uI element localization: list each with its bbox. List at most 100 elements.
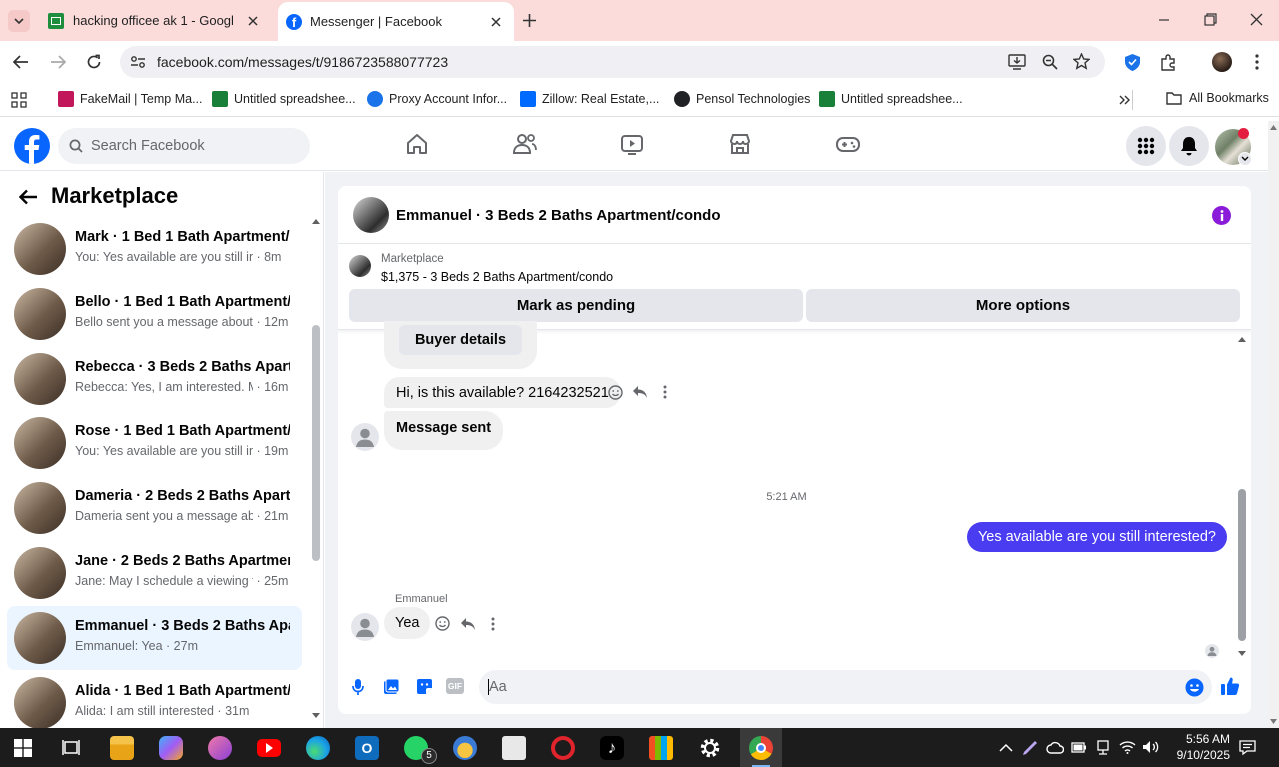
message-bubble[interactable]: Message sent (384, 411, 504, 450)
scrollbar-thumb[interactable] (312, 325, 320, 561)
scroll-up-icon[interactable] (312, 219, 320, 224)
more-actions-icon[interactable] (491, 617, 495, 631)
tab-google-sheets[interactable]: hacking officee ak 1 - Google Sheets (38, 0, 274, 41)
tab-search-button[interactable] (8, 10, 30, 32)
more-bookmarks-icon[interactable] (1119, 95, 1131, 105)
bookmark-proxy[interactable]: Proxy Account Infor... (367, 91, 507, 107)
reload-icon[interactable] (86, 54, 102, 70)
chrome-taskbar-active[interactable] (740, 728, 782, 767)
contact-avatar[interactable] (351, 423, 379, 451)
extensions-puzzle-icon[interactable] (1160, 54, 1177, 71)
pen-icon[interactable] (1021, 739, 1039, 757)
mark-as-pending-button[interactable]: Mark as pending (349, 289, 803, 322)
forward-arrow-icon[interactable] (50, 55, 66, 69)
cloud-icon[interactable] (1046, 741, 1064, 754)
show-hidden-icons-icon[interactable] (999, 743, 1013, 752)
bookmark-star-icon[interactable] (1073, 53, 1090, 70)
more-actions-icon[interactable] (663, 385, 667, 399)
reply-icon[interactable] (632, 385, 648, 399)
scroll-up-icon[interactable] (1270, 125, 1277, 130)
profile-avatar[interactable] (1212, 52, 1232, 72)
app-settings-icon[interactable] (502, 736, 526, 760)
gif-icon[interactable]: GIF (446, 678, 464, 694)
back-arrow-icon[interactable] (19, 189, 38, 205)
youtube-icon[interactable] (257, 739, 281, 757)
battery-icon[interactable] (1071, 742, 1087, 753)
close-window-icon[interactable] (1250, 13, 1263, 26)
close-icon[interactable] (247, 15, 259, 27)
microsoft-store-icon[interactable] (649, 736, 673, 760)
site-info-icon[interactable] (130, 55, 146, 69)
react-icon[interactable] (435, 616, 450, 631)
scroll-down-icon[interactable] (1270, 719, 1277, 724)
network-adapter-icon[interactable] (1096, 740, 1110, 755)
tab-messenger[interactable]: f Messenger | Facebook (278, 2, 514, 41)
outlook-icon[interactable]: O (355, 736, 379, 760)
thumbs-up-icon[interactable] (1220, 676, 1240, 696)
react-icon[interactable] (608, 385, 623, 400)
scroll-up-icon[interactable] (1238, 337, 1246, 342)
zoom-icon[interactable] (1042, 54, 1058, 70)
bookmark-spreadsheet-1[interactable]: Untitled spreadshee... (212, 91, 356, 107)
apps-grid-icon[interactable] (11, 92, 27, 108)
conversation-item[interactable]: Rebecca · 3 Beds 2 Baths Apart... Rebecca… (7, 347, 302, 411)
marketplace-icon[interactable] (729, 133, 751, 155)
friends-icon[interactable] (513, 133, 537, 155)
bookmark-spreadsheet-2[interactable]: Untitled spreadshee... (819, 91, 963, 107)
buyer-details-button[interactable]: Buyer details (399, 325, 522, 355)
reply-icon[interactable] (460, 617, 476, 631)
browser-menu-icon[interactable] (1255, 54, 1259, 70)
search-bar[interactable]: Search Facebook (58, 128, 310, 164)
bookmark-zillow[interactable]: Zillow: Real Estate,... (520, 91, 659, 107)
list-scrollbar[interactable] (309, 216, 321, 722)
notifications-button[interactable] (1169, 126, 1209, 166)
microphone-icon[interactable] (352, 678, 364, 696)
copilot-icon[interactable] (159, 736, 183, 760)
medal-app-icon[interactable] (453, 736, 477, 760)
shield-extension-icon[interactable] (1124, 53, 1141, 72)
video-icon[interactable] (621, 133, 643, 155)
listing-avatar[interactable] (353, 197, 389, 233)
facebook-logo[interactable] (14, 128, 50, 164)
new-tab-icon[interactable] (522, 13, 537, 28)
page-scrollbar[interactable] (1268, 121, 1279, 728)
outgoing-message-bubble[interactable]: Yes available are you still interested? (966, 522, 1227, 552)
scrollbar-thumb[interactable] (1238, 489, 1246, 641)
clock[interactable]: 5:56 AM 9/10/2025 (1162, 731, 1230, 763)
menu-button[interactable] (1126, 126, 1166, 166)
opera-icon[interactable] (551, 736, 575, 760)
windows-start-icon[interactable] (14, 739, 32, 757)
scroll-down-icon[interactable] (312, 713, 320, 718)
gaming-icon[interactable] (836, 133, 860, 155)
conversation-item[interactable]: Dameria · 2 Beds 2 Baths Apart... Dameria… (7, 476, 302, 540)
home-icon[interactable] (406, 133, 428, 155)
file-explorer-icon[interactable] (110, 736, 134, 760)
listing-thumb[interactable] (349, 255, 371, 277)
conversation-item[interactable]: Rose · 1 Bed 1 Bath Apartment/c... You: Y… (7, 411, 302, 475)
settings-gear-icon[interactable] (698, 736, 722, 760)
minimize-icon[interactable] (1158, 14, 1170, 26)
conversation-item[interactable]: Emmanuel · 3 Beds 2 Baths Apa... Emmanuel… (7, 605, 302, 670)
message-bubble[interactable]: Hi, is this available? 2164232521 (384, 377, 621, 408)
conversation-item[interactable]: Mark · 1 Bed 1 Bath Apartment/... You: Ye… (7, 217, 302, 281)
message-input[interactable]: Aa (479, 670, 1212, 704)
photo-icon[interactable] (383, 678, 400, 695)
conversation-item[interactable]: Jane · 2 Beds 2 Baths Apartment... Jane: … (7, 541, 302, 605)
app-icon[interactable] (208, 736, 232, 760)
contact-avatar[interactable] (351, 613, 379, 641)
edge-icon[interactable] (306, 736, 330, 760)
bookmark-pensol[interactable]: Pensol Technologies (674, 91, 810, 107)
message-bubble[interactable]: Yea (384, 607, 431, 639)
address-bar[interactable]: facebook.com/messages/t/9186723588077723 (120, 46, 1105, 78)
notification-center-icon[interactable] (1239, 740, 1256, 755)
conversation-item[interactable]: Alida · 1 Bed 1 Bath Apartment/c... Alida… (7, 671, 302, 735)
conversation-item[interactable]: Bello · 1 Bed 1 Bath Apartment/c... Bello… (7, 282, 302, 346)
account-dropdown[interactable] (1238, 152, 1252, 166)
tiktok-icon[interactable]: ♪ (600, 736, 624, 760)
wifi-icon[interactable] (1119, 740, 1136, 754)
thread-scrollbar[interactable] (1236, 335, 1248, 657)
sticker-icon[interactable] (416, 678, 433, 695)
restore-icon[interactable] (1204, 13, 1217, 26)
back-arrow-icon[interactable] (13, 55, 29, 69)
task-view-icon[interactable] (62, 739, 80, 756)
